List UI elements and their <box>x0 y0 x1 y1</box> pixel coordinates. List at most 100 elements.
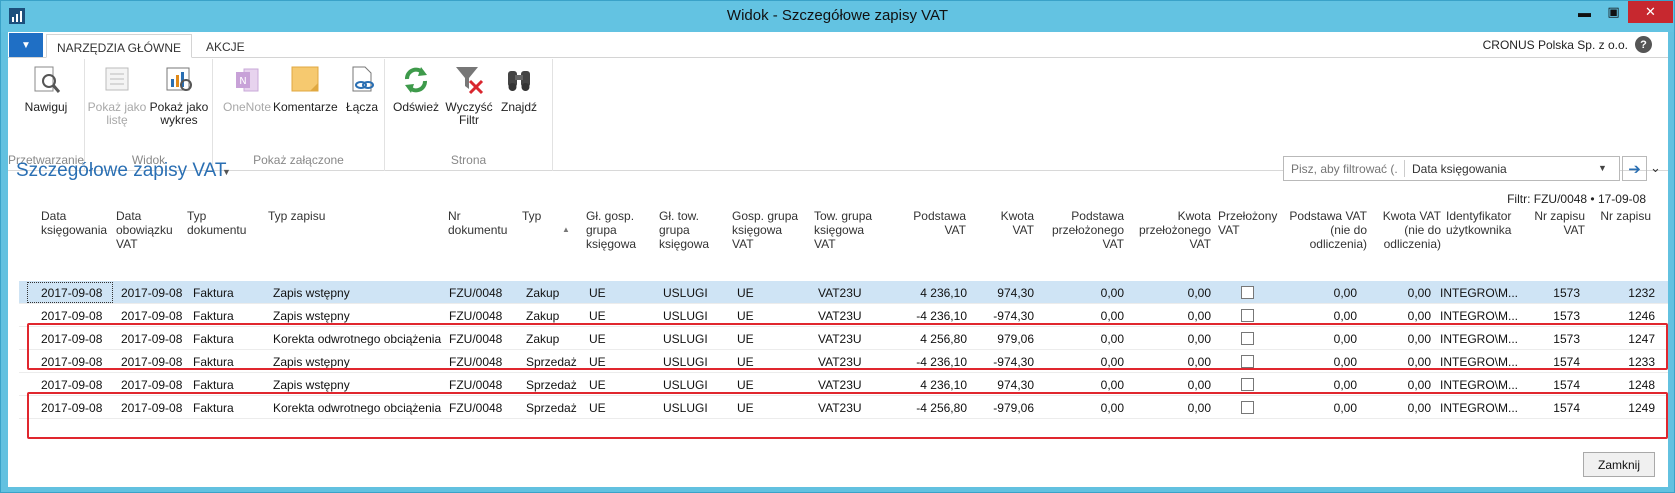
tab-actions[interactable]: AKCJE <box>196 34 255 58</box>
navigate-label: Nawiguj <box>24 100 68 114</box>
col-header-type[interactable]: Typ <box>522 209 562 223</box>
cell-entry-no: 1246 <box>1628 309 1655 323</box>
highlight-box-purchase <box>27 323 1668 370</box>
chevron-down-icon[interactable]: ▼ <box>1598 163 1607 173</box>
cell-entry-type: Zapis wstępny <box>273 309 350 323</box>
tab-home[interactable]: NARZĘDZIA GŁÓWNE <box>46 34 193 58</box>
app-menu-button[interactable]: ▼ <box>9 33 43 57</box>
help-icon[interactable]: ? <box>1635 36 1652 53</box>
cell-type: Sprzedaż <box>526 378 577 392</box>
col-header-nd-base[interactable]: Podstawa VAT (nie do odliczenia) <box>1287 209 1367 251</box>
cell-nd-amount: 0,00 <box>1407 309 1431 323</box>
show-as-chart-label: Pokaż jako wykres <box>149 100 209 127</box>
cell-unreal-amount: 0,00 <box>1187 378 1211 392</box>
cell-amount: -974,30 <box>993 309 1034 323</box>
collapse-chevron-icon[interactable]: ⌄ <box>1650 160 1661 176</box>
cell-vat-date: 2017-09-08 <box>121 309 183 323</box>
title-caret-icon[interactable]: ▼ <box>222 167 231 177</box>
group-label-page: Strona <box>450 153 487 167</box>
cell-vat-bus: UE <box>737 286 754 300</box>
cell-gen-prod: USLUGI <box>663 378 708 392</box>
col-header-doc-no[interactable]: Nr dokumentu <box>448 209 508 237</box>
comments-icon <box>288 63 322 97</box>
col-header-posting-date[interactable]: Data księgowania <box>41 209 111 237</box>
col-header-doc-type[interactable]: Typ dokumentu <box>187 209 257 237</box>
close-window-button[interactable]: ✕ <box>1628 1 1673 23</box>
col-header-user-id[interactable]: Identyfikator użytkownika <box>1446 209 1526 237</box>
sort-ascending-icon: ▲ <box>562 225 570 234</box>
cell-doc-type: Faktura <box>193 286 234 300</box>
title-bar: Widok - Szczegółowe zapisy VAT ▬ ▣ ✕ <box>1 1 1674 32</box>
refresh-label: Odśwież <box>392 100 439 114</box>
col-header-entry-no[interactable]: Nr zapisu <box>1589 209 1651 223</box>
search-field-select[interactable]: Data księgowania <box>1412 162 1507 176</box>
search-input[interactable] <box>1284 157 1404 180</box>
cell-entry-type: Zapis wstępny <box>273 286 350 300</box>
cell-doc-no: FZU/0048 <box>449 286 503 300</box>
page-title: Szczegółowe zapisy VAT <box>16 160 227 181</box>
comments-label: Komentarze <box>273 100 338 114</box>
col-header-unreal-base[interactable]: Podstawa przełożonego VAT <box>1039 209 1124 251</box>
comments-button[interactable]: Komentarze <box>273 63 338 114</box>
cell-unreal-base: 0,00 <box>1100 286 1124 300</box>
show-as-list-button[interactable]: Pokaż jako listę <box>85 63 149 127</box>
filter-summary: Filtr: FZU/0048 • 17-09-08 <box>1507 192 1646 206</box>
col-header-vat-prod[interactable]: Tow. grupa księgowa VAT <box>814 209 880 251</box>
group-label-attachments: Pokaż załączone <box>253 153 344 167</box>
cell-unreal-amount: 0,00 <box>1187 309 1211 323</box>
search-go-icon[interactable]: ➔ <box>1622 156 1647 181</box>
cell-vat-date: 2017-09-08 <box>121 286 183 300</box>
cell-type: Zakup <box>526 286 560 300</box>
cell-vat-prod: VAT23U <box>818 378 862 392</box>
reversed-checkbox[interactable] <box>1241 286 1254 299</box>
search-box: Data księgowania ▼ <box>1283 156 1620 181</box>
col-header-gen-prod[interactable]: Gł. tow. grupa księgowa <box>659 209 715 251</box>
clear-filter-label: Wyczyść Filtr <box>445 100 493 127</box>
cell-vat-prod: VAT23U <box>818 309 862 323</box>
minimize-button[interactable]: ▬ <box>1570 1 1599 23</box>
maximize-button[interactable]: ▣ <box>1599 1 1628 23</box>
cell-vat-prod: VAT23U <box>818 286 862 300</box>
col-header-entry-type[interactable]: Typ zapisu <box>268 209 418 223</box>
cell-nd-amount: 0,00 <box>1407 378 1431 392</box>
cell-doc-no: FZU/0048 <box>449 378 503 392</box>
show-as-chart-button[interactable]: Pokaż jako wykres <box>147 63 211 127</box>
list-view-icon <box>100 63 134 97</box>
company-name[interactable]: CRONUS Polska Sp. z o.o. <box>1483 38 1628 52</box>
onenote-button[interactable]: N OneNote <box>215 63 279 114</box>
reversed-checkbox[interactable] <box>1241 378 1254 391</box>
col-header-base[interactable]: Podstawa VAT <box>889 209 966 237</box>
col-header-unreal-amount[interactable]: Kwota przełożonego VAT <box>1131 209 1211 251</box>
col-header-vat-entry-no[interactable]: Nr zapisu VAT <box>1527 209 1585 237</box>
onenote-icon: N <box>230 63 264 97</box>
refresh-icon <box>399 63 433 97</box>
cell-doc-type: Faktura <box>193 378 234 392</box>
reversed-checkbox[interactable] <box>1241 309 1254 322</box>
ribbon: Nawiguj Przetwarzanie Pokaż jako listę P… <box>8 59 1668 171</box>
cell-unreal-base: 0,00 <box>1100 378 1124 392</box>
navigate-button[interactable]: Nawiguj <box>14 63 78 114</box>
cell-gen-prod: USLUGI <box>663 286 708 300</box>
cell-vat-bus: UE <box>737 378 754 392</box>
close-button[interactable]: Zamknij <box>1583 452 1655 477</box>
col-header-reversed[interactable]: Przełożony VAT <box>1218 209 1283 237</box>
window: Widok - Szczegółowe zapisy VAT ▬ ▣ ✕ ▼ N… <box>0 0 1675 493</box>
cell-gen-bus: UE <box>589 378 606 392</box>
cell-posting-date: 2017-09-08 <box>41 378 103 392</box>
window-title: Widok - Szczegółowe zapisy VAT <box>726 7 949 24</box>
cell-entry-no: 1232 <box>1628 286 1655 300</box>
col-header-vat-date[interactable]: Data obowiązku VAT <box>116 209 176 251</box>
links-icon <box>345 63 379 97</box>
highlight-box-sales <box>27 392 1668 439</box>
table-row[interactable]: 2017-09-08 2017-09-08 Faktura Zapis wstępny… <box>19 281 1668 304</box>
find-label: Znajdź <box>500 100 538 114</box>
cell-posting-date: 2017-09-08 <box>41 309 103 323</box>
col-header-gen-bus[interactable]: Gł. gosp. grupa księgowa <box>586 209 642 251</box>
clear-filter-icon <box>452 63 486 97</box>
find-button[interactable]: Znajdź <box>487 63 551 114</box>
col-header-vat-bus[interactable]: Gosp. grupa księgowa VAT <box>732 209 802 251</box>
cell-vat-bus: UE <box>737 309 754 323</box>
col-header-nd-amount[interactable]: Kwota VAT (nie do odliczenia) <box>1371 209 1441 251</box>
col-header-amount[interactable]: Kwota VAT <box>976 209 1034 237</box>
cell-nd-amount: 0,00 <box>1407 286 1431 300</box>
